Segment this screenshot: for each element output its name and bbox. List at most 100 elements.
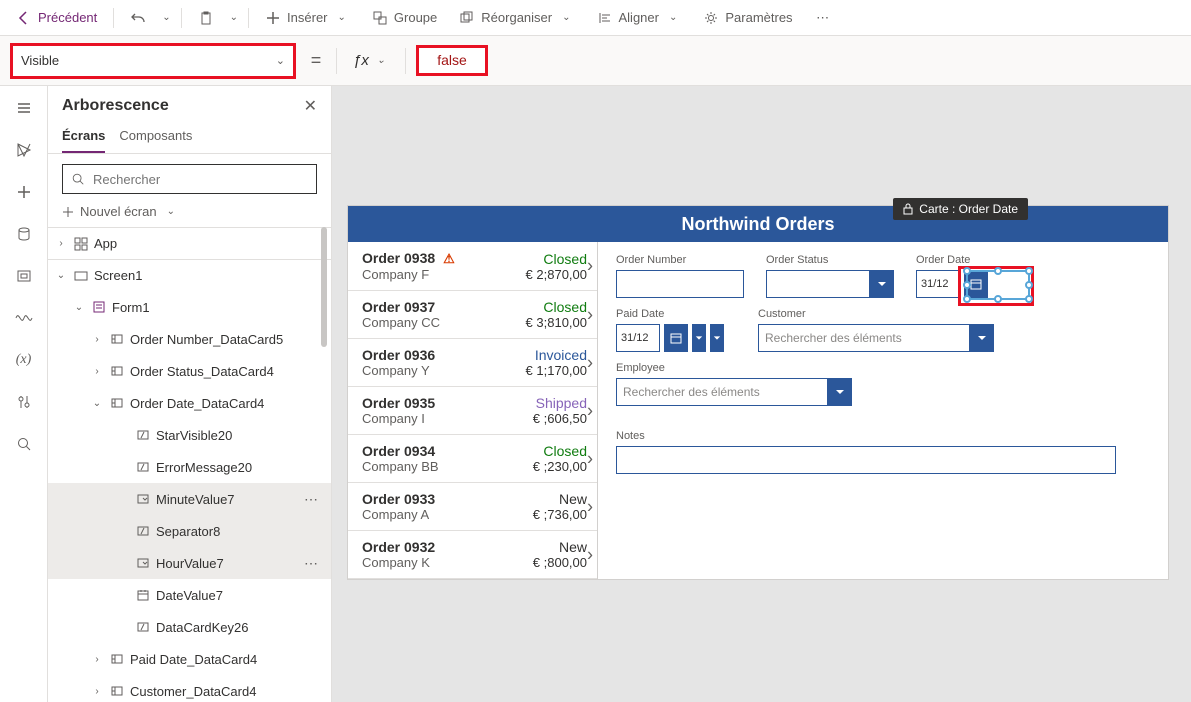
variables-rail-button[interactable]: (x) [12, 348, 36, 372]
tree-node-orderdate[interactable]: ⌄ Order Date_DataCard4 [48, 387, 331, 419]
divider [181, 8, 182, 28]
field-employee: Employee Rechercher des éléments [616, 362, 852, 406]
paste-chevron[interactable]: ⌄ [226, 12, 242, 23]
expander-icon[interactable]: › [90, 366, 104, 377]
warn-icon: ⚠ [443, 251, 455, 266]
combo-button[interactable] [870, 270, 894, 298]
combo-text[interactable]: Rechercher des éléments [758, 324, 970, 352]
tree-node-customer[interactable]: › Customer_DataCard4 [48, 675, 331, 702]
gallery-item[interactable]: Order 0934 Closed Company BB € ;230,00 › [348, 435, 597, 483]
fx-button[interactable]: ƒx⌄ [347, 52, 395, 69]
paid-date-input[interactable]: 31/12 [616, 324, 660, 352]
gallery-item[interactable]: Order 0935 Shipped Company I € ;606,50 › [348, 387, 597, 435]
group-button[interactable]: Groupe [362, 6, 447, 30]
tree-node-form1[interactable]: ⌄ Form1 [48, 291, 331, 323]
gallery-item[interactable]: Order 0936 Invoiced Company Y € 1;170,00… [348, 339, 597, 387]
canvas[interactable]: Carte : Order Date Northwind Orders Orde… [332, 86, 1191, 702]
order-status: Closed [543, 299, 587, 315]
employee-combo[interactable]: Rechercher des éléments [616, 378, 852, 406]
tree-node-paiddate[interactable]: › Paid Date_DataCard4 [48, 643, 331, 675]
gallery-item[interactable]: Order 0938 ⚠ Closed Company F € 2;870,00… [348, 242, 597, 291]
order-gallery[interactable]: Order 0938 ⚠ Closed Company F € 2;870,00… [348, 242, 598, 579]
reorder-label: Réorganiser [481, 10, 552, 25]
more-icon[interactable]: ⋯ [300, 555, 323, 572]
gallery-item[interactable]: Order 0932 New Company K € ;800,00 › [348, 531, 597, 579]
customer-combo[interactable]: Rechercher des éléments [758, 324, 994, 352]
tree-node-errmsg[interactable]: ErrorMessage20 [48, 451, 331, 483]
date-picker-button[interactable] [664, 324, 688, 352]
order-price: € ;230,00 [533, 459, 587, 474]
expander-icon[interactable]: ⌄ [72, 302, 86, 313]
align-button[interactable]: Aligner ⌄ [587, 6, 692, 30]
data-rail-button[interactable] [12, 222, 36, 246]
scrollbar-thumb[interactable] [321, 227, 327, 347]
field-order-date: Order Date 31/12 [916, 254, 1046, 298]
search-rail-button[interactable] [12, 432, 36, 456]
expander-icon[interactable]: ⌄ [54, 270, 68, 281]
combo-button[interactable] [970, 324, 994, 352]
close-icon[interactable]: ✕ [304, 96, 317, 116]
back-button[interactable]: Précédent [6, 6, 107, 30]
insert-rail-button[interactable] [12, 180, 36, 204]
overflow-button[interactable]: ⋯ [805, 6, 841, 30]
expander-icon[interactable]: › [90, 686, 104, 697]
tree-node-separator[interactable]: Separator8 [48, 515, 331, 547]
field-customer: Customer Rechercher des éléments [758, 308, 994, 352]
flows-rail-button[interactable] [12, 306, 36, 330]
tree-view-button[interactable] [12, 138, 36, 162]
settings-button[interactable]: Paramètres [693, 6, 802, 30]
property-select[interactable]: Visible ⌄ [10, 43, 296, 79]
tree-label: Screen1 [94, 268, 323, 283]
combo-button[interactable] [828, 378, 852, 406]
expander-icon[interactable]: › [90, 334, 104, 345]
search-field[interactable] [93, 172, 308, 187]
tree-label: Order Date_DataCard4 [130, 396, 323, 411]
insert-button[interactable]: Insérer ⌄ [255, 6, 360, 30]
combo-text[interactable]: Rechercher des éléments [616, 378, 828, 406]
tree-node-starvisible[interactable]: StarVisible20 [48, 419, 331, 451]
media-rail-button[interactable] [12, 264, 36, 288]
expander-icon[interactable]: › [54, 238, 68, 249]
expander-icon[interactable]: ⌄ [90, 398, 104, 409]
order-status-combo[interactable] [766, 270, 894, 298]
tree-node-datevalue[interactable]: DateValue7 [48, 579, 331, 611]
tree-node-orderstatus[interactable]: › Order Status_DataCard4 [48, 355, 331, 387]
gallery-item[interactable]: Order 0933 New Company A € ;736,00 › [348, 483, 597, 531]
property-value: Visible [21, 53, 59, 68]
minute-dropdown[interactable] [710, 324, 724, 352]
formula-input[interactable]: false [416, 45, 488, 76]
tree-node-datacardkey[interactable]: DataCardKey26 [48, 611, 331, 643]
tree-node-minute[interactable]: MinuteValue7 ⋯ [48, 483, 331, 515]
selection-handles[interactable] [966, 270, 1030, 300]
top-toolbar: Précédent ⌄ ⌄ Insérer ⌄ Groupe Réorganis… [0, 0, 1191, 36]
order-number-input[interactable] [616, 270, 744, 298]
new-screen-button[interactable]: Nouvel écran ⌄ [48, 200, 331, 227]
tree-node-ordernum[interactable]: › Order Number_DataCard5 [48, 323, 331, 355]
datacard-icon [108, 650, 126, 668]
tooltip-text: Carte : Order Date [919, 202, 1018, 216]
form-area: Order Number Order Status Order Date [598, 242, 1168, 579]
reorder-button[interactable]: Réorganiser ⌄ [449, 6, 584, 30]
combo-text[interactable] [766, 270, 870, 298]
tree-node-hour[interactable]: HourValue7 ⋯ [48, 547, 331, 579]
hour-dropdown[interactable] [692, 324, 706, 352]
undo-icon [130, 10, 146, 26]
search-input[interactable] [62, 164, 317, 194]
gallery-item[interactable]: Order 0937 Closed Company CC € 3;810,00 … [348, 291, 597, 339]
tab-screens[interactable]: Écrans [62, 122, 105, 153]
order-price: € ;800,00 [533, 555, 587, 570]
expander-icon[interactable]: › [90, 654, 104, 665]
paste-button[interactable] [188, 6, 224, 30]
tree-node-app[interactable]: › App [48, 227, 331, 259]
notes-input[interactable] [616, 446, 1116, 474]
undo-chevron[interactable]: ⌄ [158, 12, 174, 23]
tree-node-screen1[interactable]: ⌄ Screen1 [48, 259, 331, 291]
more-icon[interactable]: ⋯ [300, 491, 323, 508]
tree-label: Separator8 [156, 524, 323, 539]
order-date-input[interactable]: 31/12 [916, 270, 960, 298]
tab-components[interactable]: Composants [119, 122, 192, 153]
tree-body[interactable]: › App ⌄ Screen1 ⌄ Form1 › Order Number_D… [48, 227, 331, 702]
undo-button[interactable] [120, 6, 156, 30]
advanced-rail-button[interactable] [12, 390, 36, 414]
hamburger-button[interactable] [12, 96, 36, 120]
